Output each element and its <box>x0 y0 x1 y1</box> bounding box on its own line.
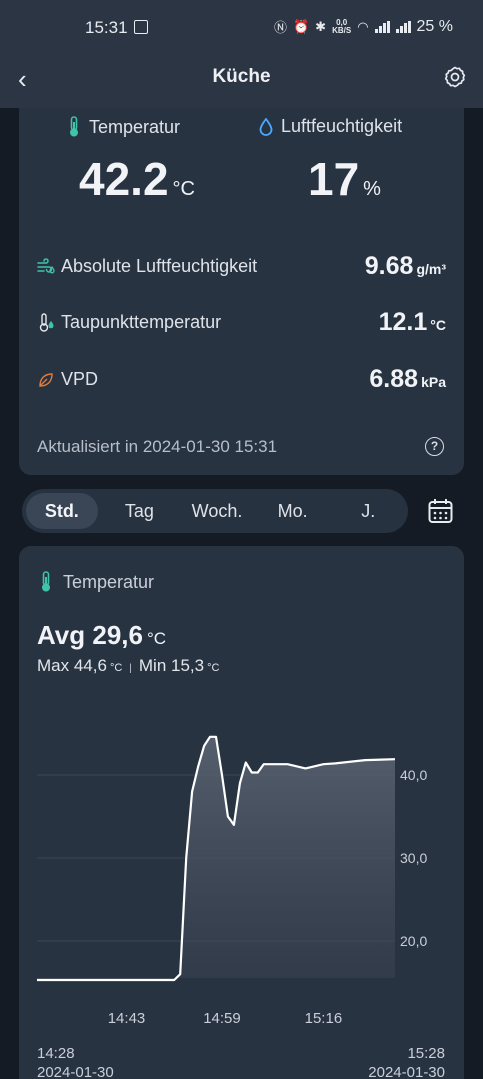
start-date: 2024-01-30 <box>37 1064 114 1079</box>
status-time: 15:31 <box>85 18 128 37</box>
summary-card: Temperatur Luftfeuchtigkeit 42.2 °C 17 %… <box>19 108 464 475</box>
temperature-label: Temperatur <box>67 116 180 138</box>
end-time: 15:28 <box>407 1045 445 1062</box>
dewpoint-row: Taupunkttemperatur 12.1 °C <box>37 308 446 337</box>
temperature-number: 42.2 <box>79 153 169 205</box>
thermometer-icon <box>42 571 50 592</box>
tab-month[interactable]: Mo. <box>253 493 333 529</box>
avg-value: Avg 29,6 °C <box>37 620 166 651</box>
absolute-humidity-unit: g/m³ <box>416 261 446 277</box>
absolute-humidity-label: Absolute Luftfeuchtigkeit <box>37 256 257 277</box>
status-icons: Ⓝ ⏰ ✱ 0,0 KB/S ◠ 25 % <box>274 17 453 36</box>
end-date: 2024-01-30 <box>368 1064 445 1079</box>
absolute-humidity-value: 9.68 g/m³ <box>365 252 446 281</box>
vpd-label: VPD <box>37 369 98 390</box>
droplet-icon <box>259 117 273 136</box>
start-time: 14:28 <box>37 1045 75 1062</box>
page-title: Küche <box>212 66 271 87</box>
vpd-unit: kPa <box>421 374 446 390</box>
x-tick-label: 14:43 <box>108 1010 146 1027</box>
history-card: Temperatur Avg 29,6 °C Max 44,6 °C | Min… <box>19 546 464 1079</box>
temperature-chart: 20,0 30,0 40,0 14:43 14:59 15:16 14:28 2024-… <box>37 735 445 1079</box>
y-tick-label: 30,0 <box>400 850 427 866</box>
dewpoint-unit: °C <box>430 317 446 333</box>
app-bar: ‹ Küche <box>0 54 483 108</box>
range-tabs: Std. Tag Woch. Mo. J. <box>22 489 408 533</box>
x-tick-label: 15:16 <box>305 1010 343 1027</box>
netspeed-icon: 0,0 KB/S <box>332 17 352 35</box>
absolute-humidity-number: 9.68 <box>364 252 414 280</box>
dewpoint-icon <box>39 312 54 332</box>
vpd-text: VPD <box>61 369 99 389</box>
dewpoint-number: 12.1 <box>378 308 428 336</box>
vpd-value: 6.88 kPa <box>369 365 446 394</box>
absolute-humidity-text: Absolute Luftfeuchtigkeit <box>61 256 258 276</box>
max-text: Max 44,6 <box>37 656 107 675</box>
humidity-label-text: Luftfeuchtigkeit <box>281 116 403 136</box>
avg-text: Avg 29,6 <box>37 620 143 650</box>
calendar-icon[interactable] <box>428 498 453 524</box>
tab-day[interactable]: Tag <box>98 493 182 529</box>
battery-text: 25 % <box>416 17 453 35</box>
wind-drops-icon <box>37 257 55 273</box>
min-text: Min 15,3 <box>138 656 205 675</box>
min-max-divider: | <box>129 663 132 674</box>
y-tick-label: 40,0 <box>400 767 427 783</box>
updated-text: Aktualisiert in 2024-01-30 15:31 <box>37 437 278 456</box>
dewpoint-label: Taupunkttemperatur <box>37 312 221 333</box>
temperature-value: 42.2 °C <box>79 152 195 206</box>
bluetooth-icon: ✱ <box>315 18 327 34</box>
min-max: Max 44,6 °C | Min 15,3 °C <box>37 656 219 676</box>
nfc-icon: Ⓝ <box>273 20 287 35</box>
min-unit: °C <box>207 662 220 674</box>
help-icon[interactable]: ? <box>425 437 444 456</box>
vpd-row: VPD 6.88 kPa <box>37 365 446 394</box>
temperature-label-text: Temperatur <box>89 116 181 137</box>
dewpoint-value: 12.1 °C <box>379 308 446 337</box>
status-bar: 15:31 Ⓝ ⏰ ✱ 0,0 KB/S ◠ 25 % <box>0 0 483 54</box>
max-unit: °C <box>109 662 123 674</box>
tab-hour[interactable]: Std. <box>26 493 98 529</box>
humidity-label: Luftfeuchtigkeit <box>259 116 402 137</box>
sim-icon <box>134 20 148 34</box>
leaf-icon <box>39 372 53 387</box>
tab-week[interactable]: Woch. <box>181 493 253 529</box>
absolute-humidity-row: Absolute Luftfeuchtigkeit 9.68 g/m³ <box>37 252 446 281</box>
history-title: Temperatur <box>39 571 154 593</box>
temperature-unit: °C <box>172 178 195 200</box>
y-tick-label: 20,0 <box>400 933 427 949</box>
thermometer-icon <box>70 116 78 137</box>
signal-icon-2 <box>395 20 411 33</box>
humidity-number: 17 <box>308 153 360 205</box>
x-tick-label: 14:59 <box>203 1010 241 1027</box>
signal-icon <box>374 20 390 33</box>
wifi-icon: ◠ <box>357 18 369 34</box>
tab-year[interactable]: J. <box>332 493 404 529</box>
dewpoint-text: Taupunkttemperatur <box>61 312 222 332</box>
vpd-number: 6.88 <box>369 365 419 393</box>
humidity-value: 17 % <box>308 152 381 206</box>
avg-unit: °C <box>146 629 167 648</box>
history-title-text: Temperatur <box>63 571 155 592</box>
gear-icon[interactable] <box>443 65 467 89</box>
humidity-unit: % <box>363 178 381 200</box>
alarm-icon: ⏰ <box>292 18 310 34</box>
